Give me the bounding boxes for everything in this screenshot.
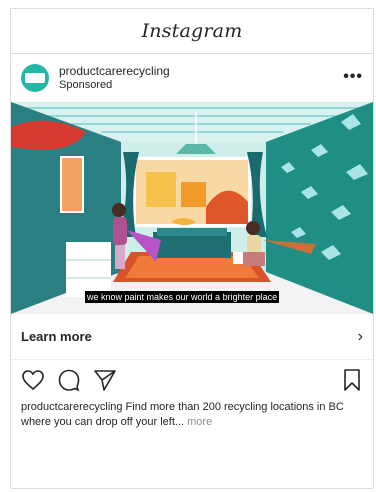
comment-icon[interactable] (57, 368, 81, 392)
post-caption: productcarerecycling Find more than 200 … (11, 400, 373, 430)
bookmark-icon[interactable] (341, 368, 363, 392)
app-logo: Instagram (141, 20, 243, 42)
action-bar (11, 360, 373, 400)
post-header: productcarerecycling Sponsored ••• (11, 54, 373, 102)
account-info: productcarerecycling Sponsored (59, 64, 170, 92)
post-media[interactable]: we know paint makes our world a brighter… (11, 102, 373, 314)
avatar-logo (25, 73, 45, 83)
account-name[interactable]: productcarerecycling (59, 64, 170, 78)
chevron-right-icon: › (357, 327, 363, 345)
avatar[interactable] (21, 64, 49, 92)
video-subtitle: we know paint makes our world a brighter… (85, 291, 280, 303)
more-options-icon[interactable]: ••• (343, 68, 363, 86)
learn-more-label: Learn more (21, 329, 92, 344)
app-header: Instagram (11, 9, 373, 54)
share-icon[interactable] (93, 368, 117, 392)
more-link[interactable]: more (187, 416, 212, 428)
heart-icon[interactable] (21, 368, 45, 392)
sponsored-label: Sponsored (59, 79, 113, 91)
caption-username[interactable]: productcarerecycling (21, 401, 123, 413)
illustration (11, 102, 373, 314)
post-card: Instagram productcarerecycling Sponsored… (10, 8, 374, 489)
learn-more-link[interactable]: Learn more › (11, 314, 373, 360)
